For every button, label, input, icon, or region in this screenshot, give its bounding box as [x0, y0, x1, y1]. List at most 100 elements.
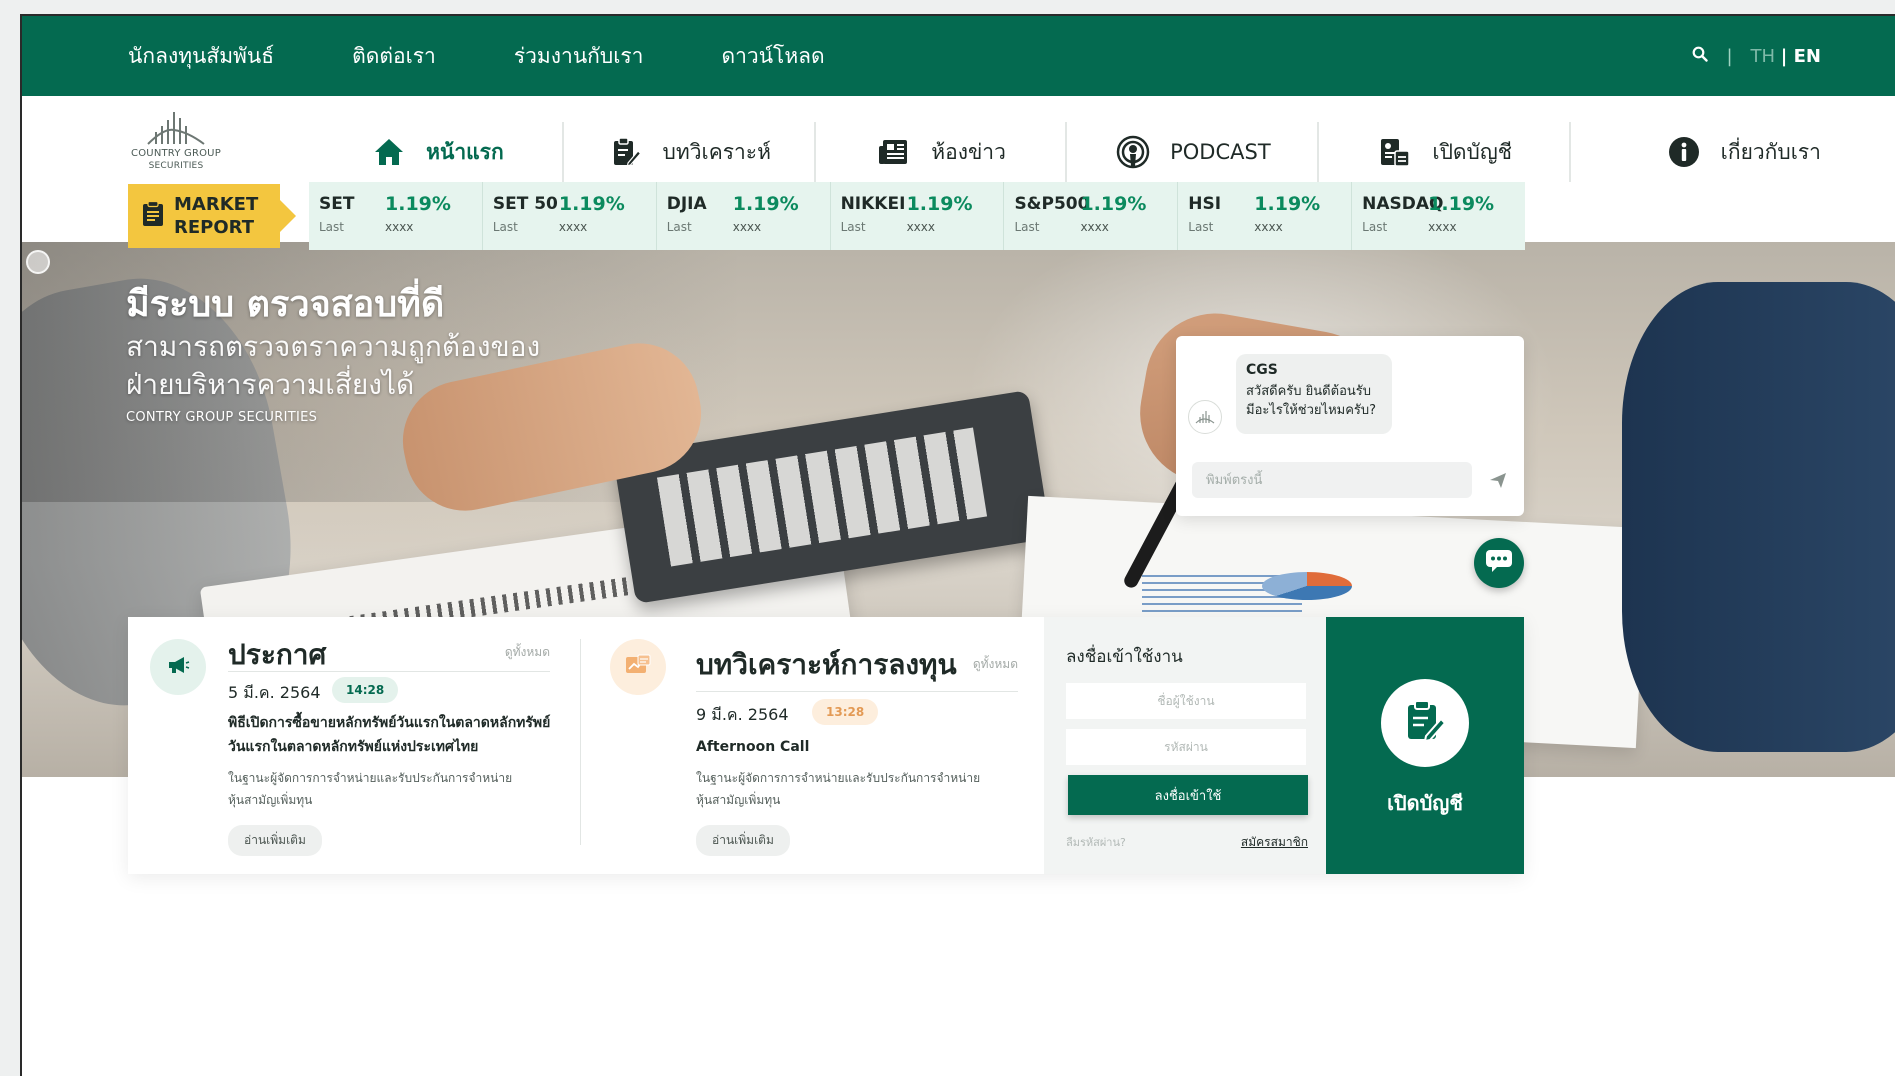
divider: [696, 691, 1018, 692]
ticker-last-value: xxxx: [1428, 220, 1457, 234]
ticker-item[interactable]: NASDAQ 1.19% Last xxxx: [1352, 182, 1525, 250]
hero-caption: CONTRY GROUP SECURITIES: [126, 410, 318, 425]
ticker-last-value: xxxx: [732, 220, 762, 234]
newspaper-icon: [875, 133, 913, 171]
lang-th-toggle[interactable]: TH: [1751, 46, 1776, 67]
hero-text: มีระบบ ตรวจสอบที่ดี สามารถตรวจตราความถูก…: [126, 282, 540, 425]
hero-headline: มีระบบ ตรวจสอบที่ดี: [126, 284, 445, 325]
card-divider: [580, 639, 581, 845]
ticker-change: 1.19%: [385, 193, 451, 215]
open-account-label: เปิดบัญชี: [1387, 791, 1463, 815]
top-link-contact[interactable]: ติดต่อเรา: [352, 40, 436, 73]
top-link-download[interactable]: ดาวน์โหลด: [721, 40, 824, 73]
ticker-item[interactable]: DJIA 1.19% Last xxxx: [657, 182, 831, 250]
ticker-name: SET: [319, 194, 355, 214]
open-account-icon: [1376, 133, 1414, 171]
open-account-button[interactable]: เปิดบัญชี: [1326, 617, 1524, 874]
ticker-change: 1.19%: [558, 193, 625, 215]
logo-text-line2: SECURITIES: [148, 161, 204, 171]
ticker-name: NIKKEI: [840, 194, 906, 214]
ticker-item[interactable]: S&P500 1.19% Last xxxx: [1004, 182, 1179, 250]
bottom-cards: ประกาศ ดูทั้งหมด 5 มี.ค. 2564 14:28 พิธี…: [128, 617, 1524, 874]
login-button[interactable]: ลงชื่อเข้าใช้: [1068, 775, 1308, 815]
nav-label: บทวิเคราะห์: [662, 139, 771, 164]
password-field[interactable]: [1066, 729, 1306, 765]
analysis-headline[interactable]: Afternoon Call: [696, 735, 809, 759]
ticker-last-value: xxxx: [558, 220, 588, 234]
nav-analysis[interactable]: บทวิเคราะห์: [564, 122, 816, 182]
logo-text-line1: COUNTRY GROUP: [131, 148, 221, 159]
carousel-dot[interactable]: [26, 250, 50, 274]
ticker-item[interactable]: SET 1.19% Last xxxx: [309, 182, 483, 250]
chat-input[interactable]: [1192, 462, 1472, 498]
analysis-see-all-link[interactable]: ดูทั้งหมด: [973, 655, 1018, 674]
page: นักลงทุนสัมพันธ์ ติดต่อเรา ร่วมงานกับเรา…: [20, 14, 1895, 1076]
chat-message: สวัสดีครับ ยินดีต้อนรับ มีอะไรให้ช่วยไหม…: [1246, 384, 1377, 418]
nav-podcast[interactable]: PODCAST: [1067, 122, 1320, 182]
logo-mark-icon: [147, 112, 205, 145]
hero-subline-1: สามารถตรวจตราความถูกต้องของ: [126, 330, 541, 363]
announcement-see-all-link[interactable]: ดูทั้งหมด: [505, 643, 550, 662]
ticker-last-label: Last: [319, 220, 344, 234]
podcast-icon: [1114, 133, 1152, 171]
chat-avatar: [1188, 400, 1222, 434]
send-icon[interactable]: [1488, 470, 1510, 492]
nav-label: หน้าแรก: [426, 139, 504, 164]
announcement-desc: ในฐานะผู้จัดการการจำหน่ายและรับประกันการ…: [228, 771, 513, 807]
announcement-date: 5 มี.ค. 2564: [228, 683, 321, 702]
ticker-item[interactable]: NIKKEI 1.19% Last xxxx: [831, 182, 1005, 250]
open-account-circle: [1381, 679, 1469, 767]
top-tools: | TH | EN: [1692, 16, 1821, 96]
announcement-circle: [150, 639, 206, 695]
chart-report-icon: [624, 653, 652, 681]
ticker-last-label: Last: [666, 220, 692, 234]
analysis-card: บทวิเคราะห์การลงทุน ดูทั้งหมด 9 มี.ค. 25…: [588, 617, 1044, 874]
announcement-headline[interactable]: พิธีเปิดการซื้อขายหลักทรัพย์วันแรกในตลาด…: [228, 711, 558, 759]
ticker-name: DJIA: [666, 194, 707, 214]
analysis-title: บทวิเคราะห์การลงทุน: [696, 648, 957, 681]
clipboard-edit-icon: [607, 133, 645, 171]
username-field[interactable]: [1066, 683, 1306, 719]
search-icon[interactable]: [1692, 46, 1709, 67]
ticker-name: S&P500: [1014, 194, 1090, 214]
top-link-careers[interactable]: ร่วมงานกับเรา: [514, 40, 644, 73]
nav-about[interactable]: เกี่ยวกับเรา: [1571, 122, 1821, 182]
ticker-last-value: xxxx: [906, 220, 935, 234]
ticker-change: 1.19%: [1428, 193, 1495, 215]
separator: |: [1726, 45, 1733, 67]
ticker-last-label: Last: [1188, 220, 1214, 234]
ticker-last-label: Last: [1362, 220, 1388, 234]
lang-en-toggle[interactable]: | EN: [1781, 46, 1821, 67]
nav-open-account[interactable]: เปิดบัญชี: [1319, 122, 1572, 182]
chat-bubble: CGS สวัสดีครับ ยินดีต้อนรับ มีอะไรให้ช่ว…: [1236, 354, 1392, 434]
ticker-name: HSI: [1188, 194, 1222, 214]
divider: [228, 671, 550, 672]
announcement-time-badge: 14:28: [332, 677, 399, 703]
register-link[interactable]: สมัครสมาชิก: [1241, 833, 1308, 852]
chat-toggle-button[interactable]: [1474, 538, 1524, 588]
nav-label: เปิดบัญชี: [1432, 139, 1513, 164]
ticker-item[interactable]: HSI 1.19% Last xxxx: [1178, 182, 1353, 250]
logo[interactable]: COUNTRY GROUP SECURITIES: [126, 108, 226, 196]
top-link-investor-relations[interactable]: นักลงทุนสัมพันธ์: [128, 40, 274, 73]
ticker-item[interactable]: SET 50 1.19% Last xxxx: [483, 182, 657, 250]
nav-label: ห้องข่าว: [931, 139, 1006, 164]
chat-sender: CGS: [1246, 362, 1278, 378]
analysis-circle: [610, 639, 666, 695]
nav-label: เกี่ยวกับเรา: [1720, 139, 1821, 164]
announcement-read-more-button[interactable]: อ่านเพิ่มเติม: [228, 825, 322, 856]
analysis-read-more-button[interactable]: อ่านเพิ่มเติม: [696, 825, 790, 856]
nav-home[interactable]: หน้าแรก: [312, 122, 564, 182]
market-report-badge[interactable]: MARKET REPORT: [128, 184, 296, 248]
ticker-last-value: xxxx: [1080, 220, 1109, 234]
info-icon: [1665, 133, 1703, 171]
hero-subline-2: ฝ่ายบริหารความเสี่ยงได้: [126, 368, 415, 401]
home-icon: [370, 133, 408, 171]
market-report-line1: MARKET: [174, 194, 259, 215]
ticker-last-label: Last: [492, 220, 518, 234]
forgot-password-link[interactable]: ลืมรหัสผ่าน?: [1066, 833, 1126, 851]
ticker-change: 1.19%: [732, 193, 799, 215]
nav-label: PODCAST: [1170, 140, 1271, 164]
nav-newsroom[interactable]: ห้องข่าว: [816, 122, 1068, 182]
report-icon: [142, 200, 164, 231]
